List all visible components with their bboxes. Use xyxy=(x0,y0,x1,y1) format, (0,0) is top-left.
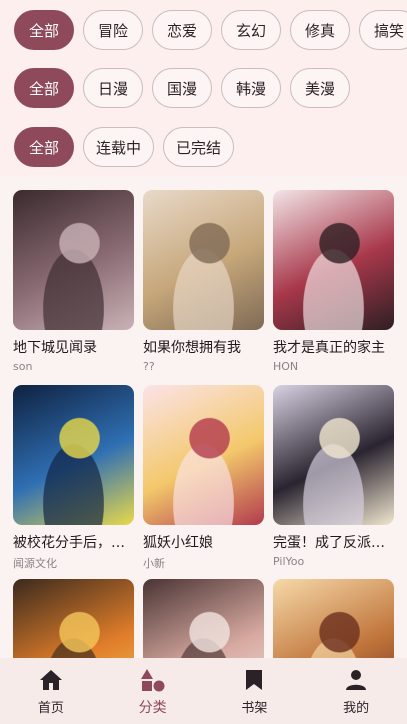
comic-cover[interactable] xyxy=(13,579,134,658)
comic-cover[interactable] xyxy=(13,385,134,525)
comic-title[interactable]: 完蛋！成了反派… xyxy=(273,532,394,552)
cover-illustration xyxy=(143,385,264,525)
region-chip-china[interactable]: 国漫 xyxy=(152,68,212,108)
category-icon xyxy=(140,668,166,692)
status-chip-ongoing[interactable]: 连载中 xyxy=(83,127,155,167)
comic-cover[interactable] xyxy=(273,190,394,330)
region-chip-us[interactable]: 美漫 xyxy=(290,68,350,108)
filter-panel: 全部 冒险 恋爱 玄幻 修真 搞笑 全部 日漫 国漫 韩漫 美漫 全部 连载中 … xyxy=(0,0,407,176)
cover-illustration xyxy=(143,190,264,330)
comic-card[interactable]: 我才是真正的家主 HON xyxy=(273,190,394,373)
genre-chip-cultivation[interactable]: 修真 xyxy=(290,10,350,50)
person-icon xyxy=(343,668,369,692)
status-chip-all[interactable]: 全部 xyxy=(14,127,74,167)
comic-cover[interactable] xyxy=(13,190,134,330)
comic-card[interactable]: 地下城见闻录 son xyxy=(13,190,134,373)
nav-home-label: 首页 xyxy=(37,701,64,716)
comic-card[interactable]: 完蛋！成了反派… PilYoo xyxy=(273,385,394,568)
comic-author: ?? xyxy=(143,360,155,373)
cover-illustration xyxy=(13,579,134,658)
home-icon xyxy=(38,668,64,692)
status-chip-completed[interactable]: 已完结 xyxy=(163,127,235,167)
bookmark-icon xyxy=(241,668,267,692)
comic-card[interactable] xyxy=(13,579,134,658)
nav-bookshelf-label: 书架 xyxy=(241,701,268,716)
cover-illustration xyxy=(273,190,394,330)
comic-title[interactable]: 狐妖小红娘 xyxy=(143,532,264,552)
nav-profile-label: 我的 xyxy=(343,701,370,716)
cover-illustration xyxy=(13,385,134,525)
nav-category[interactable]: 分类 xyxy=(103,658,203,724)
cover-illustration xyxy=(13,190,134,330)
comic-author: PilYoo xyxy=(273,555,305,568)
comic-cover[interactable] xyxy=(143,385,264,525)
comic-cover[interactable] xyxy=(143,579,264,658)
comic-author: 闻源文化 xyxy=(13,557,57,570)
comic-cover[interactable] xyxy=(143,190,264,330)
genre-chip-all[interactable]: 全部 xyxy=(14,10,74,50)
comic-cover[interactable] xyxy=(273,385,394,525)
cover-illustration xyxy=(143,579,264,658)
bottom-navigation: 首页 分类 书架 我的 xyxy=(0,658,407,724)
status-filter-row: 全部 连载中 已完结 xyxy=(14,127,235,167)
comic-card[interactable] xyxy=(143,579,264,658)
genre-filter-row: 全部 冒险 恋爱 玄幻 修真 搞笑 xyxy=(14,10,407,50)
cover-illustration xyxy=(273,579,394,658)
nav-profile[interactable]: 我的 xyxy=(306,658,406,724)
comic-card[interactable]: 被校花分手后，… 闻源文化 xyxy=(13,385,134,571)
comic-author: 小新 xyxy=(143,557,165,570)
cover-illustration xyxy=(273,385,394,525)
region-chip-korea[interactable]: 韩漫 xyxy=(221,68,281,108)
nav-home[interactable]: 首页 xyxy=(1,658,101,724)
comic-card[interactable]: 狐妖小红娘 小新 xyxy=(143,385,264,571)
comic-author: son xyxy=(13,360,33,373)
genre-chip-adventure[interactable]: 冒险 xyxy=(83,10,143,50)
comic-title[interactable]: 我才是真正的家主 xyxy=(273,337,394,357)
comic-grid: 地下城见闻录 son 如果你想拥有我 ?? 我才是真正的家主 HON 被校花分手… xyxy=(0,176,407,658)
comic-author: HON xyxy=(273,360,299,373)
comic-title[interactable]: 地下城见闻录 xyxy=(13,337,134,357)
region-chip-japan[interactable]: 日漫 xyxy=(83,68,143,108)
genre-chip-romance[interactable]: 恋爱 xyxy=(152,10,212,50)
comic-title[interactable]: 如果你想拥有我 xyxy=(143,337,264,357)
nav-bookshelf[interactable]: 书架 xyxy=(204,658,304,724)
comic-card[interactable] xyxy=(273,579,394,658)
region-filter-row: 全部 日漫 国漫 韩漫 美漫 xyxy=(14,68,350,108)
comic-cover[interactable] xyxy=(273,579,394,658)
nav-category-label: 分类 xyxy=(138,700,167,716)
genre-chip-fantasy[interactable]: 玄幻 xyxy=(221,10,281,50)
region-chip-all[interactable]: 全部 xyxy=(14,68,74,108)
genre-chip-comedy[interactable]: 搞笑 xyxy=(359,10,407,50)
comic-card[interactable]: 如果你想拥有我 ?? xyxy=(143,190,264,373)
comic-title[interactable]: 被校花分手后，… xyxy=(13,532,134,552)
